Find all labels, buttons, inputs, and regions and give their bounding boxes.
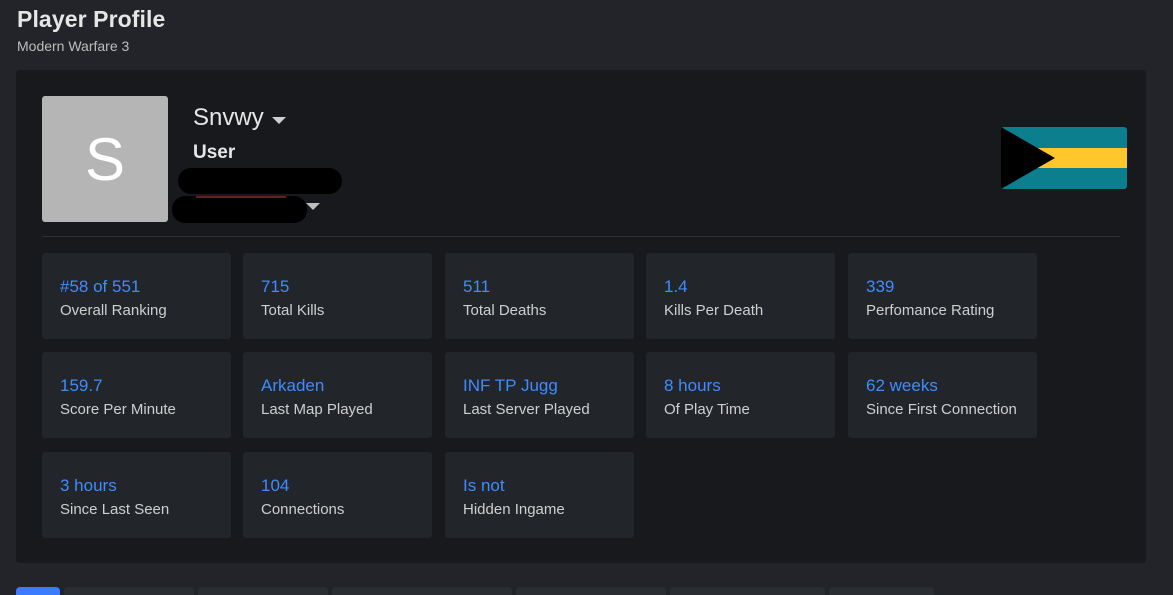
page-title: Player Profile (17, 6, 166, 32)
stat-value: 104 (261, 476, 290, 495)
stat-kills-per-death: 1.4 Kills Per Death (646, 253, 835, 339)
redaction-edge (196, 196, 286, 198)
avatar-letter: S (84, 125, 126, 193)
tab[interactable] (516, 587, 666, 595)
bahamas-flag-icon (1001, 127, 1127, 189)
player-role: User (193, 142, 236, 163)
stat-value: 715 (261, 277, 290, 296)
tab[interactable] (670, 587, 825, 595)
redacted-field-1 (178, 168, 342, 194)
stat-label: Score Per Minute (60, 401, 176, 418)
stat-total-kills: 715 Total Kills (243, 253, 432, 339)
stat-value: #58 of 551 (60, 277, 141, 296)
stat-last-seen: 3 hours Since Last Seen (42, 452, 231, 538)
stat-value: Arkaden (261, 376, 325, 395)
stat-value: 159.7 (60, 376, 103, 395)
stat-value: 3 hours (60, 476, 117, 495)
stat-performance-rating: 339 Perfomance Rating (848, 253, 1037, 339)
stat-label: Last Map Played (261, 401, 373, 418)
profile-card: S Snvwy User #58 of 551 Overall Ranking … (16, 70, 1146, 563)
stat-last-map-played: Arkaden Last Map Played (243, 352, 432, 438)
tab[interactable] (198, 587, 328, 595)
chevron-down-icon[interactable] (306, 203, 320, 210)
stat-label: Hidden Ingame (463, 501, 565, 518)
stat-label: Of Play Time (664, 401, 750, 418)
stat-score-per-minute: 159.7 Score Per Minute (42, 352, 231, 438)
stat-label: Kills Per Death (664, 302, 764, 319)
stat-label: Perfomance Rating (866, 302, 995, 319)
stat-last-server-played: INF TP Jugg Last Server Played (445, 352, 634, 438)
stat-value: Is not (463, 476, 505, 495)
stat-total-deaths: 511 Total Deaths (445, 253, 634, 339)
stat-label: Since Last Seen (60, 501, 170, 518)
tab[interactable] (829, 587, 934, 595)
stat-label: Connections (261, 501, 345, 518)
stat-label: Last Server Played (463, 401, 590, 418)
stat-value: INF TP Jugg (463, 376, 558, 395)
stat-first-connection: 62 weeks Since First Connection (848, 352, 1037, 438)
stat-value: 511 (463, 277, 491, 296)
tab[interactable] (332, 587, 512, 595)
stat-value: 339 (866, 277, 895, 296)
stat-overall-ranking: #58 of 551 Overall Ranking (42, 253, 231, 339)
chevron-down-icon (271, 116, 286, 124)
stat-value: 1.4 (664, 277, 688, 296)
tab-active[interactable] (16, 587, 60, 595)
page-subtitle: Modern Warfare 3 (17, 38, 130, 54)
avatar: S (42, 96, 168, 222)
redacted-field-2 (172, 196, 307, 223)
stat-label: Since First Connection (866, 401, 1017, 418)
stat-hidden-ingame: Is not Hidden Ingame (445, 452, 634, 538)
stat-play-time: 8 hours Of Play Time (646, 352, 835, 438)
stat-value: 8 hours (664, 376, 721, 395)
stat-label: Total Deaths (463, 302, 547, 319)
player-name-dropdown[interactable]: Snvwy (193, 104, 286, 132)
divider (42, 236, 1120, 237)
stat-connections: 104 Connections (243, 452, 432, 538)
tab[interactable] (64, 587, 194, 595)
page-header: Player Profile Modern Warfare 3 (17, 6, 165, 54)
stat-value: 62 weeks (866, 376, 938, 395)
player-name: Snvwy (193, 104, 264, 131)
stat-label: Total Kills (261, 302, 325, 319)
stat-label: Overall Ranking (60, 302, 167, 319)
